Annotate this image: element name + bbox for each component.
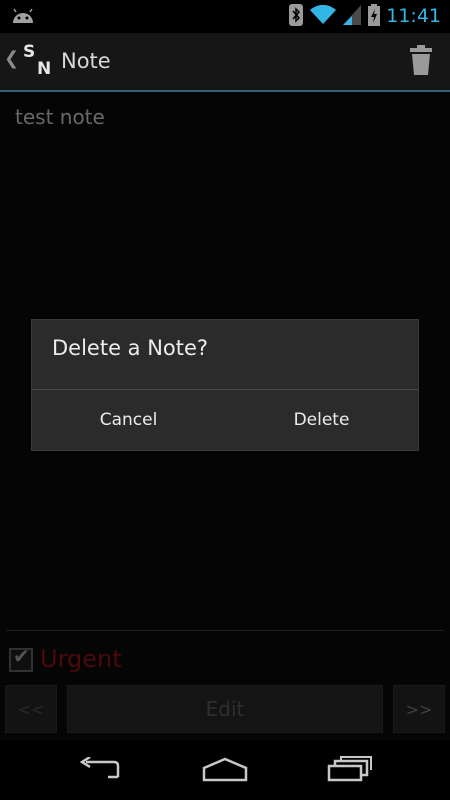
chevron-left-icon: ❮: [4, 48, 20, 69]
status-icons: [289, 4, 380, 30]
recents-button[interactable]: [320, 754, 380, 788]
confirm-delete-button[interactable]: Delete: [225, 390, 418, 450]
home-button[interactable]: [195, 754, 255, 788]
app-logo: S N: [20, 42, 52, 82]
action-bar: ❮ S N Note: [0, 33, 450, 92]
dialog-title: Delete a Note?: [52, 336, 209, 360]
signal-icon: [343, 5, 361, 29]
back-icon: [78, 755, 122, 785]
delete-dialog: Delete a Note? Cancel Delete: [32, 320, 418, 450]
page-title: Note: [61, 49, 111, 73]
trash-icon: [406, 45, 436, 83]
status-bar: 11:41: [0, 0, 450, 33]
logo-letter-s: S: [23, 42, 36, 62]
up-button[interactable]: ❮ S N Note: [0, 33, 120, 90]
navigation-bar: [0, 740, 450, 800]
bluetooth-icon: [289, 4, 303, 30]
android-icon: [11, 7, 35, 29]
wifi-icon: [310, 4, 336, 29]
recents-icon: [327, 756, 373, 786]
home-icon: [201, 756, 249, 786]
logo-letter-n: N: [37, 59, 52, 79]
clock: 11:41: [386, 5, 441, 27]
battery-icon: [368, 4, 380, 30]
cancel-button[interactable]: Cancel: [32, 390, 225, 450]
back-button[interactable]: [70, 754, 130, 788]
delete-button[interactable]: [406, 43, 436, 79]
